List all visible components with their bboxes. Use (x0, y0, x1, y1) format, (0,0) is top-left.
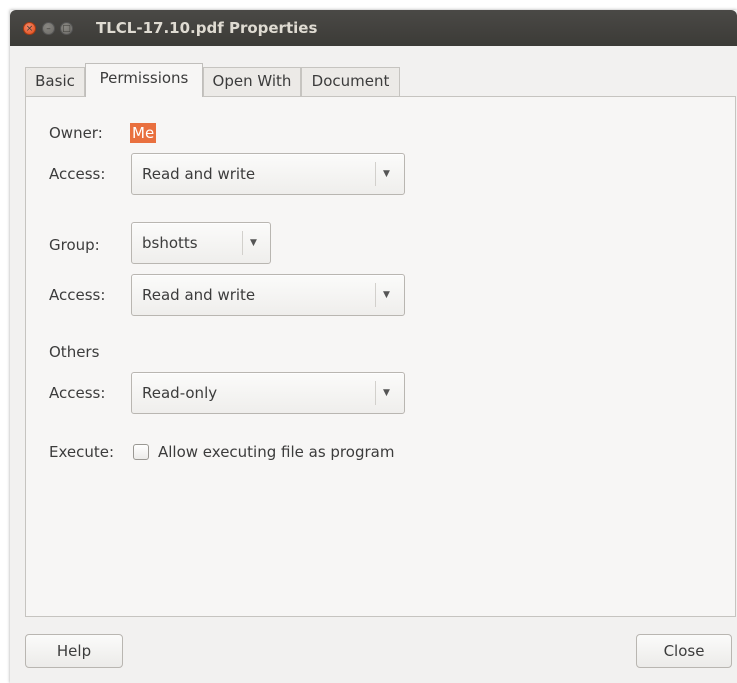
window-close-icon[interactable]: × (23, 22, 36, 35)
owner-access-dropdown[interactable]: Read and write ▼ (131, 153, 405, 195)
title-bar: × – □ TLCL-17.10.pdf Properties (10, 10, 737, 46)
dropdown-separator (242, 231, 243, 255)
properties-dialog: × – □ TLCL-17.10.pdf Properties Basic Pe… (10, 10, 737, 683)
others-access-value: Read-only (142, 384, 218, 402)
execute-checkbox[interactable] (133, 444, 149, 460)
window-title: TLCL-17.10.pdf Properties (96, 19, 318, 37)
close-button[interactable]: Close (636, 634, 732, 668)
tab-permissions[interactable]: Permissions (85, 63, 203, 97)
help-button[interactable]: Help (25, 634, 123, 668)
dropdown-separator (375, 381, 376, 405)
group-label: Group: (49, 236, 100, 254)
chevron-down-icon: ▼ (383, 169, 390, 179)
execute-checkbox-label[interactable]: Allow executing file as program (158, 443, 394, 461)
window-maximize-icon[interactable]: □ (60, 22, 73, 35)
chevron-down-icon: ▼ (250, 238, 257, 248)
group-value: bshotts (142, 234, 198, 252)
owner-label: Owner: (49, 124, 103, 142)
group-access-label: Access: (49, 286, 106, 304)
dropdown-separator (375, 162, 376, 186)
chevron-down-icon: ▼ (383, 388, 390, 398)
dropdown-separator (375, 283, 376, 307)
owner-access-label: Access: (49, 165, 106, 183)
others-access-label: Access: (49, 384, 106, 402)
chevron-down-icon: ▼ (383, 290, 390, 300)
tab-document[interactable]: Document (301, 67, 400, 96)
group-access-dropdown[interactable]: Read and write ▼ (131, 274, 405, 316)
owner-value: Me (130, 123, 157, 143)
window-minimize-icon[interactable]: – (42, 22, 55, 35)
others-label: Others (49, 343, 100, 361)
group-access-value: Read and write (142, 286, 256, 304)
execute-label: Execute: (49, 443, 115, 461)
tab-open-with[interactable]: Open With (203, 67, 301, 96)
group-dropdown[interactable]: bshotts ▼ (131, 222, 271, 264)
owner-access-value: Read and write (142, 165, 256, 183)
tab-basic[interactable]: Basic (25, 67, 85, 96)
others-access-dropdown[interactable]: Read-only ▼ (131, 372, 405, 414)
